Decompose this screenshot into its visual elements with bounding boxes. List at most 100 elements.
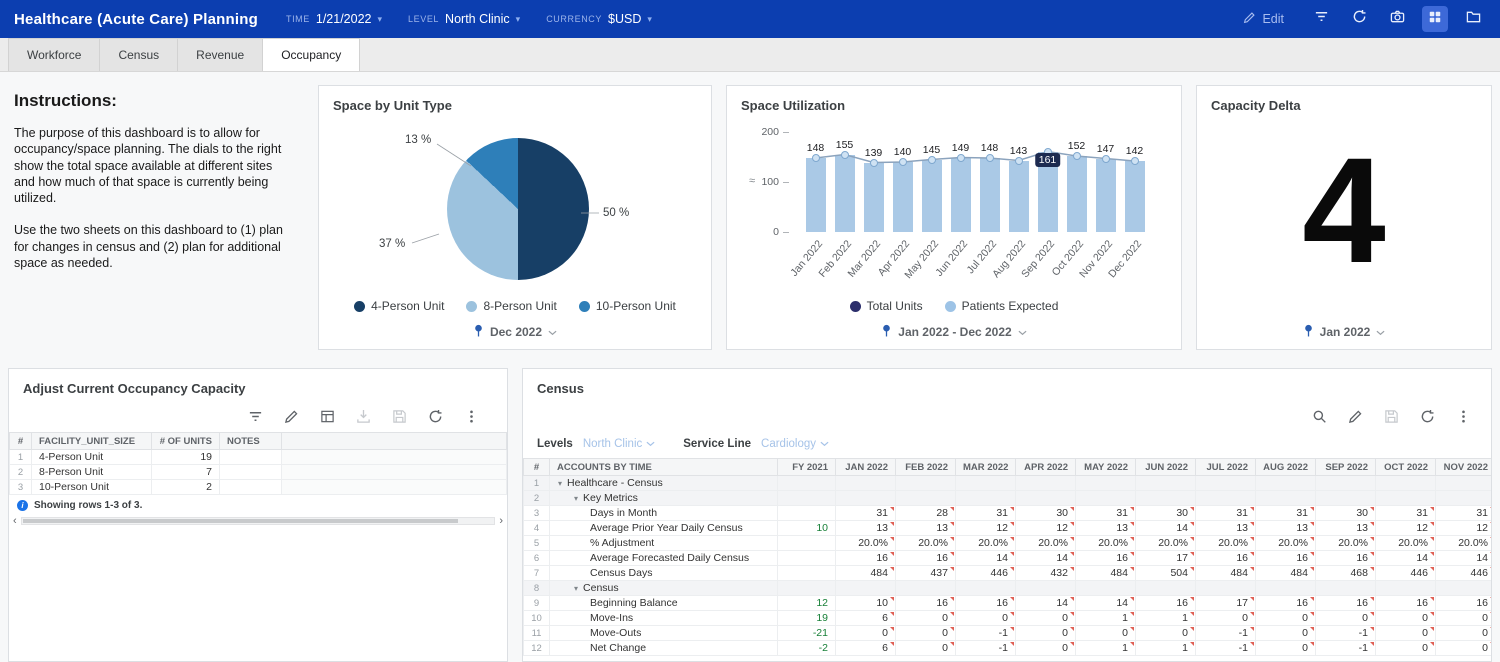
cell-month-value[interactable]: 30 [1316,506,1376,521]
cell-month-value[interactable]: 20.0% [1076,536,1136,551]
expand-icon[interactable]: ▾ [574,494,578,503]
cell-month-value[interactable] [1136,491,1196,506]
cell-month-value[interactable]: 12 [956,521,1016,536]
cell-month-value[interactable]: 31 [1436,506,1492,521]
cell-num-units[interactable]: 19 [152,450,220,465]
cell-month-value[interactable]: 31 [956,506,1016,521]
cell-month-value[interactable] [1016,476,1076,491]
cell-month-value[interactable] [1016,491,1076,506]
cell-num-units[interactable]: 7 [152,465,220,480]
cell-month-value[interactable]: 6 [836,641,896,656]
cell-month-value[interactable]: 20.0% [1196,536,1256,551]
grid-settings-icon[interactable] [319,408,335,424]
more-vertical-icon[interactable] [463,408,479,424]
cell-month-value[interactable]: 16 [896,551,956,566]
search-icon[interactable] [1311,408,1327,424]
cell-month-value[interactable]: 10 [836,596,896,611]
cell-month-value[interactable] [1376,476,1436,491]
scroll-left-icon[interactable]: ‹ [13,516,17,527]
cell-month-value[interactable]: 16 [1076,551,1136,566]
cell-fy-2021[interactable] [778,581,836,596]
levels-filter-value[interactable]: North Clinic [583,438,655,450]
cell-month-value[interactable]: 0 [1436,611,1492,626]
cell-month-value[interactable]: 0 [1256,626,1316,641]
currency-selector[interactable]: CURRENCY $USD ▾ [546,12,652,26]
cell-month-value[interactable]: -1 [956,641,1016,656]
cell-month-value[interactable]: 0 [1256,641,1316,656]
cell-month-value[interactable]: 16 [1316,551,1376,566]
cell-month-value[interactable] [1316,491,1376,506]
cell-month-value[interactable]: -1 [1196,626,1256,641]
cell-month-value[interactable]: 20.0% [1376,536,1436,551]
cell-month-value[interactable]: 20.0% [1316,536,1376,551]
cell-month-value[interactable]: 16 [956,596,1016,611]
cell-month-value[interactable]: 14 [1016,551,1076,566]
cell-month-value[interactable]: 0 [1076,626,1136,641]
cell-month-value[interactable]: 17 [1196,596,1256,611]
cell-month-value[interactable] [1436,491,1492,506]
cell-month-value[interactable]: 1 [1076,641,1136,656]
cell-fy-2021[interactable] [778,551,836,566]
refresh-icon[interactable] [1419,408,1435,424]
cell-month-value[interactable]: 16 [1256,596,1316,611]
cell-month-value[interactable]: 13 [896,521,956,536]
cell-month-value[interactable] [1256,581,1316,596]
cell-month-value[interactable]: 0 [1376,611,1436,626]
cell-month-value[interactable]: 504 [1136,566,1196,581]
time-selector[interactable]: TIME 1/21/2022 ▾ [286,12,382,26]
tab-workforce[interactable]: Workforce [8,38,100,71]
cell-month-value[interactable]: 16 [1376,596,1436,611]
level-selector[interactable]: LEVEL North Clinic ▾ [408,12,520,26]
cell-fy-2021[interactable] [778,536,836,551]
cell-month-value[interactable]: 17 [1136,551,1196,566]
cell-month-value[interactable]: 16 [1316,596,1376,611]
period-selector[interactable]: Jan 2022 [1197,324,1491,340]
cell-month-value[interactable]: 12 [1016,521,1076,536]
cell-month-value[interactable] [956,476,1016,491]
cell-month-value[interactable] [1196,491,1256,506]
cell-month-value[interactable] [1196,476,1256,491]
cell-month-value[interactable] [1076,491,1136,506]
cell-notes[interactable] [220,480,282,495]
cell-month-value[interactable]: 13 [1196,521,1256,536]
cell-facility-unit-size[interactable]: 4-Person Unit [32,450,152,465]
cell-month-value[interactable]: 31 [1256,506,1316,521]
service-line-filter-value[interactable]: Cardiology [761,438,829,450]
cell-month-value[interactable]: 31 [836,506,896,521]
refresh-icon[interactable] [427,408,443,424]
cell-month-value[interactable]: 13 [836,521,896,536]
edit-button[interactable]: Edit [1243,11,1284,27]
more-vertical-icon[interactable] [1455,408,1471,424]
cell-month-value[interactable] [1316,476,1376,491]
cell-month-value[interactable]: 13 [1076,521,1136,536]
cell-month-value[interactable] [1376,581,1436,596]
cell-month-value[interactable]: 14 [1076,596,1136,611]
cell-month-value[interactable]: 30 [1136,506,1196,521]
cell-month-value[interactable]: 0 [1436,641,1492,656]
cell-month-value[interactable]: 20.0% [1016,536,1076,551]
cell-month-value[interactable]: 12 [1436,521,1492,536]
edit-icon[interactable] [283,408,299,424]
pie-chart[interactable] [447,138,589,280]
cell-month-value[interactable]: 0 [1196,611,1256,626]
cell-facility-unit-size[interactable]: 10-Person Unit [32,480,152,495]
cell-month-value[interactable]: 484 [1196,566,1256,581]
apps-button[interactable] [1422,6,1448,32]
cell-month-value[interactable]: 31 [1076,506,1136,521]
cell-month-value[interactable] [1076,581,1136,596]
cell-notes[interactable] [220,450,282,465]
cell-fy-2021[interactable] [778,566,836,581]
cell-month-value[interactable]: 31 [1196,506,1256,521]
cell-month-value[interactable]: 432 [1016,566,1076,581]
cell-month-value[interactable]: 28 [896,506,956,521]
cell-fy-2021[interactable]: 12 [778,596,836,611]
cell-month-value[interactable] [1076,476,1136,491]
cell-month-value[interactable]: 0 [1376,626,1436,641]
cell-month-value[interactable]: -1 [956,626,1016,641]
cell-month-value[interactable]: 0 [1256,611,1316,626]
cell-month-value[interactable]: 484 [1256,566,1316,581]
tab-revenue[interactable]: Revenue [178,38,263,71]
scrollbar-track[interactable] [21,517,496,525]
period-selector[interactable]: Dec 2022 [319,324,711,340]
cell-month-value[interactable]: 468 [1316,566,1376,581]
